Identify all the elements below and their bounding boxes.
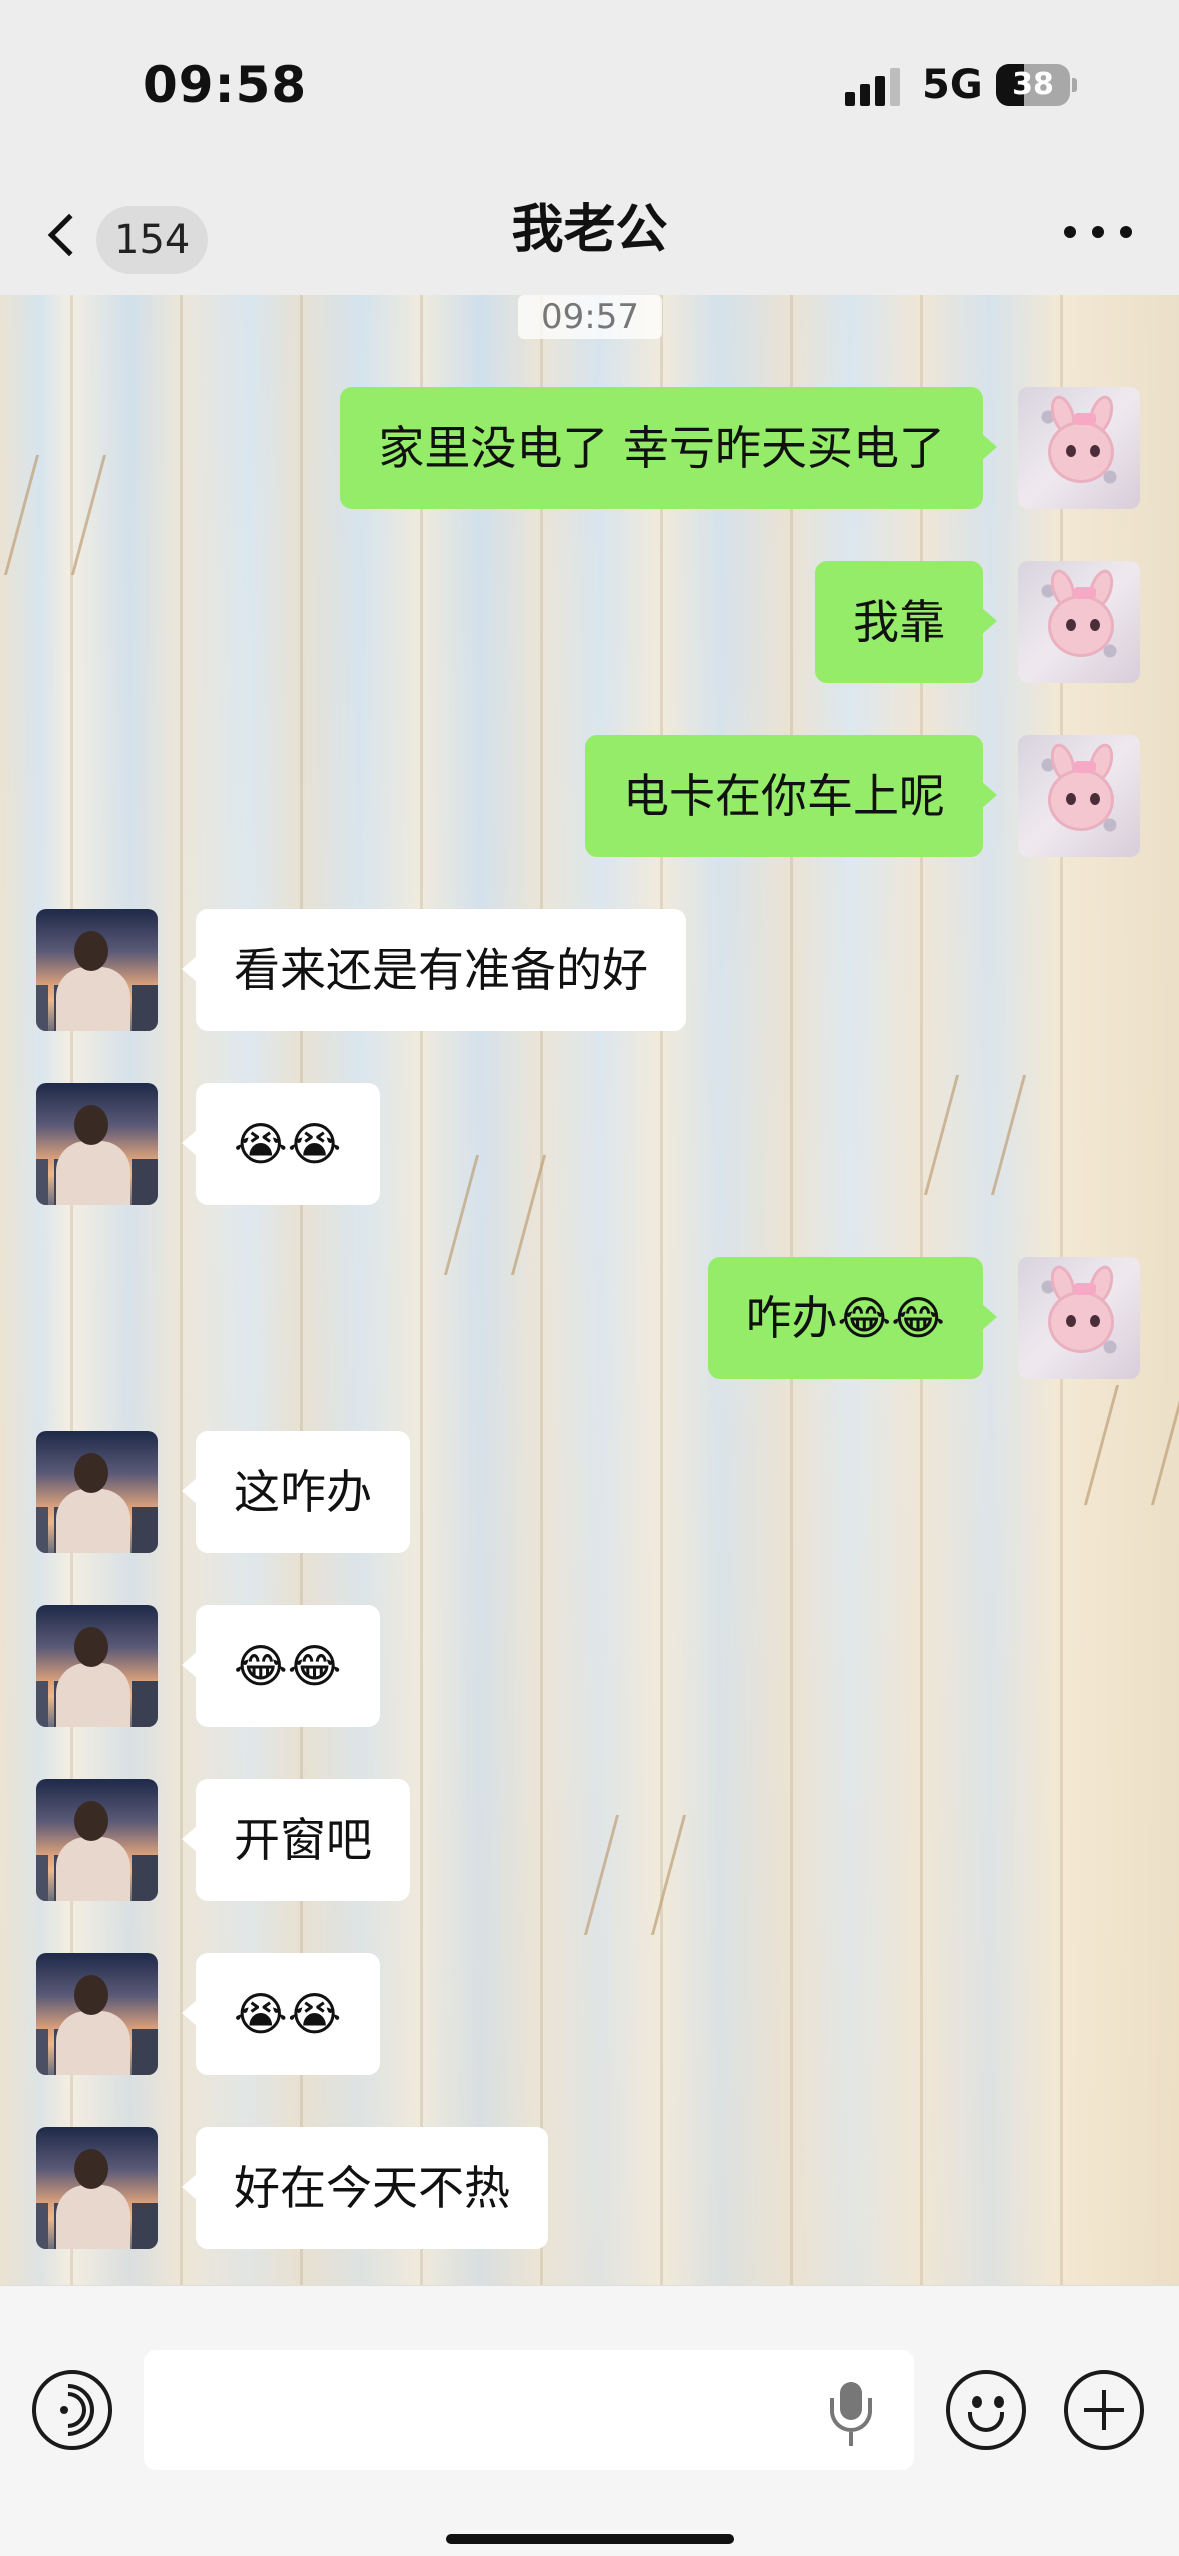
received-message[interactable]: 看来还是有准备的好 — [182, 909, 686, 1031]
microphone-icon[interactable] — [826, 2382, 876, 2448]
sent-message[interactable]: 我靠 — [815, 561, 997, 683]
chat-area[interactable]: 09:57 家里没电了 幸亏昨天买电了 我靠 电卡在你车上呢 看来还是有准备的好… — [0, 295, 1179, 2285]
voice-icon[interactable] — [31, 2370, 112, 2450]
home-indicator[interactable] — [446, 2534, 734, 2544]
my-avatar[interactable] — [1018, 1257, 1140, 1379]
my-avatar[interactable] — [1018, 387, 1140, 509]
emoji-icon[interactable] — [946, 2370, 1026, 2450]
received-message[interactable]: 这咋办 — [182, 1431, 410, 1553]
battery-percent: 38 — [1012, 67, 1054, 102]
received-message[interactable]: 😭😭 — [182, 1953, 380, 2075]
contact-avatar[interactable] — [36, 1779, 158, 1901]
received-message[interactable]: 😭😭 — [182, 1083, 380, 1205]
message-input[interactable] — [144, 2350, 914, 2470]
contact-avatar[interactable] — [36, 2127, 158, 2249]
my-avatar[interactable] — [1018, 561, 1140, 683]
nav-bar: 154 我老公 — [0, 170, 1179, 295]
received-message[interactable]: 😂😂 — [182, 1605, 380, 1727]
received-message[interactable]: 开窗吧 — [182, 1779, 410, 1901]
chevron-left-icon — [47, 213, 91, 257]
input-bar — [0, 2285, 1179, 2556]
battery-icon: 38 — [996, 64, 1077, 106]
status-time: 09:58 — [143, 56, 308, 114]
ellipsis-icon — [1064, 226, 1076, 238]
contact-avatar[interactable] — [36, 1083, 158, 1205]
sent-message[interactable]: 电卡在你车上呢 — [585, 735, 997, 857]
signal-icon — [845, 66, 901, 106]
contact-avatar[interactable] — [36, 909, 158, 1031]
received-message[interactable]: 好在今天不热 — [182, 2127, 548, 2249]
network-label: 5G — [922, 62, 983, 108]
contact-avatar[interactable] — [36, 1953, 158, 2075]
more-button[interactable] — [1060, 210, 1140, 260]
plus-icon[interactable] — [1064, 2370, 1144, 2450]
message-timestamp: 09:57 — [518, 295, 662, 339]
unread-count-badge: 154 — [96, 206, 209, 274]
sent-message[interactable]: 咋办😂😂 — [707, 1257, 997, 1379]
back-button[interactable]: 154 — [40, 190, 210, 280]
sent-message[interactable]: 家里没电了 幸亏昨天买电了 — [340, 387, 997, 509]
contact-avatar[interactable] — [36, 1431, 158, 1553]
contact-avatar[interactable] — [36, 1605, 158, 1727]
my-avatar[interactable] — [1018, 735, 1140, 857]
status-bar: 09:58 5G 38 — [0, 0, 1179, 170]
